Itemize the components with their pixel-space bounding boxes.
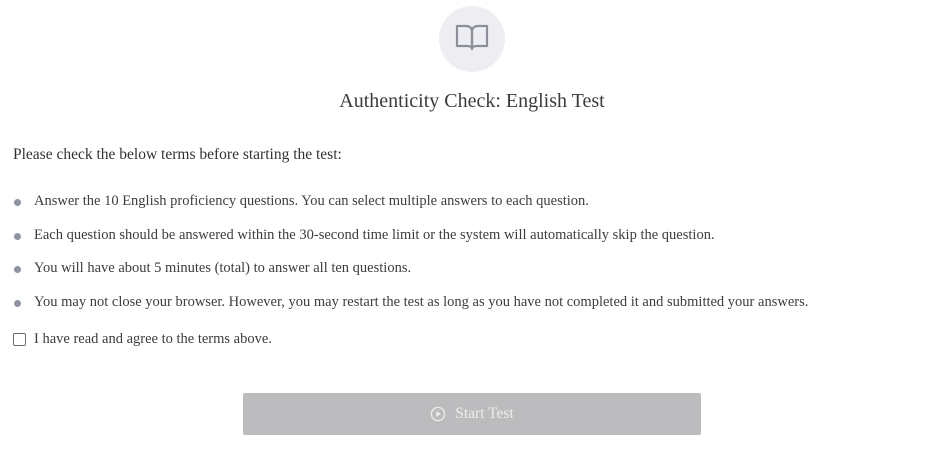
term-item: Answer the 10 English proficiency questi… (13, 185, 808, 219)
bullet-icon (14, 266, 21, 274)
agree-label[interactable]: I have read and agree to the terms above… (34, 331, 272, 348)
book-icon-badge (439, 6, 505, 72)
bullet-icon (14, 232, 21, 240)
agree-checkbox[interactable] (13, 333, 26, 346)
open-book-icon (455, 22, 489, 57)
terms-intro: Please check the below terms before star… (13, 146, 342, 163)
bullet-icon (14, 299, 21, 307)
play-circle-icon (430, 406, 446, 422)
term-text: You may not close your browser. However,… (34, 293, 809, 310)
term-item: You may not close your browser. However,… (13, 286, 808, 320)
terms-list: Answer the 10 English proficiency questi… (13, 185, 808, 319)
page-title: Authenticity Check: English Test (339, 90, 605, 112)
start-test-label: Start Test (455, 405, 514, 422)
term-item: Each question should be answered within … (13, 219, 808, 253)
term-text: Answer the 10 English proficiency questi… (34, 193, 589, 210)
bullet-icon (14, 199, 21, 207)
term-item: You will have about 5 minutes (total) to… (13, 252, 808, 286)
term-text: You will have about 5 minutes (total) to… (34, 260, 412, 277)
term-text: Each question should be answered within … (34, 226, 715, 243)
agreement-row[interactable]: I have read and agree to the terms above… (13, 331, 272, 348)
start-test-button[interactable]: Start Test (243, 393, 701, 435)
